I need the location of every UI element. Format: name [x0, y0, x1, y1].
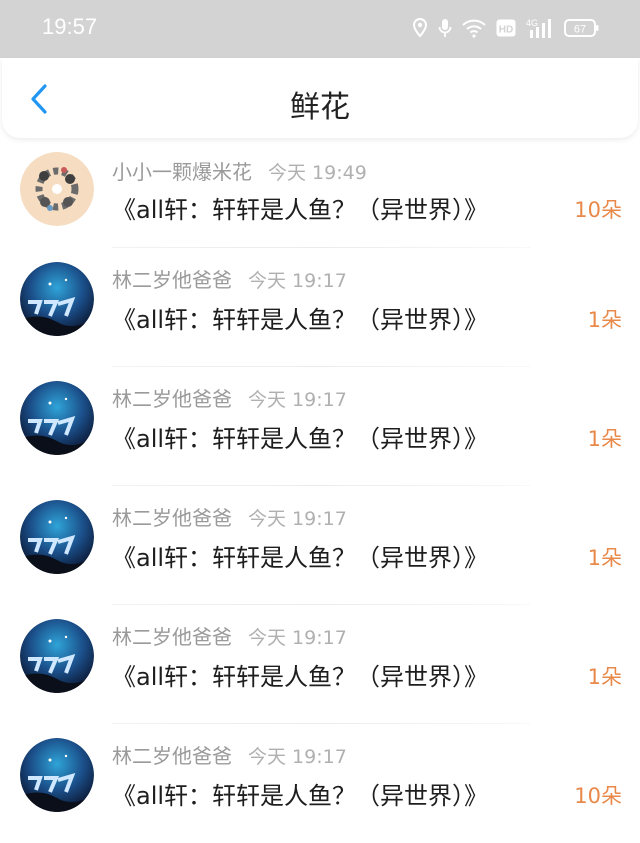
username[interactable]: 林二岁他爸爸	[112, 387, 232, 411]
gift-meta: 林二岁他爸爸 今天 19:17	[112, 264, 347, 293]
battery-level: 67	[574, 24, 586, 36]
gift-message[interactable]: 《all轩：轩轩是人鱼？（异世界）》	[112, 300, 488, 335]
battery-icon: 67	[564, 18, 600, 38]
avatar[interactable]	[20, 152, 94, 226]
list-item[interactable]: 林二岁他爸爸 今天 19:17 《all轩：轩轩是人鱼？（异世界）》 1朵	[0, 605, 640, 724]
gift-meta: 林二岁他爸爸 今天 19:17	[112, 740, 347, 769]
avatar[interactable]	[20, 262, 94, 336]
hd-label: HD	[499, 25, 513, 36]
gift-list: 小小一颗爆米花 今天 19:49 《all轩：轩轩是人鱼？（异世界）》 10朵 林…	[0, 140, 640, 843]
list-item[interactable]: 林二岁他爸爸 今天 19:17 《all轩：轩轩是人鱼？（异世界）》 10朵	[0, 724, 640, 843]
page-title: 鲜花	[290, 90, 350, 125]
gift-amount: 10朵	[574, 198, 622, 222]
gift-amount: 10朵	[574, 784, 622, 808]
gift-meta: 林二岁他爸爸 今天 19:17	[112, 383, 347, 412]
list-item[interactable]: 小小一颗爆米花 今天 19:49 《all轩：轩轩是人鱼？（异世界）》 10朵	[0, 140, 640, 248]
gift-meta: 林二岁他爸爸 今天 19:17	[112, 502, 347, 531]
timestamp: 今天 19:17	[248, 508, 347, 530]
timestamp: 今天 19:17	[248, 746, 347, 768]
signal-icon: 4G	[526, 17, 554, 39]
list-item[interactable]: 林二岁他爸爸 今天 19:17 《all轩：轩轩是人鱼？（异世界）》 1朵	[0, 486, 640, 605]
username[interactable]: 林二岁他爸爸	[112, 268, 232, 292]
timestamp: 今天 19:17	[248, 627, 347, 649]
gift-message[interactable]: 《all轩：轩轩是人鱼？（异世界）》	[112, 190, 488, 225]
timestamp: 今天 19:49	[268, 162, 367, 184]
status-bar: 19:57 HD 4G 67	[0, 0, 640, 58]
hd-icon: HD	[496, 18, 516, 38]
username[interactable]: 林二岁他爸爸	[112, 625, 232, 649]
location-icon	[412, 18, 428, 38]
list-item[interactable]: 林二岁他爸爸 今天 19:17 《all轩：轩轩是人鱼？（异世界）》 1朵	[0, 248, 640, 367]
gift-amount: 1朵	[587, 665, 622, 689]
username[interactable]: 林二岁他爸爸	[112, 744, 232, 768]
gift-meta: 林二岁他爸爸 今天 19:17	[112, 621, 347, 650]
gift-amount: 1朵	[587, 546, 622, 570]
avatar[interactable]	[20, 619, 94, 693]
wifi-icon	[462, 18, 486, 38]
network-label: 4G	[526, 18, 538, 28]
username[interactable]: 小小一颗爆米花	[112, 160, 252, 184]
avatar[interactable]	[20, 500, 94, 574]
gift-amount: 1朵	[587, 427, 622, 451]
microphone-icon	[438, 18, 452, 38]
gift-meta: 小小一颗爆米花 今天 19:49	[112, 156, 367, 185]
list-item[interactable]: 林二岁他爸爸 今天 19:17 《all轩：轩轩是人鱼？（异世界）》 1朵	[0, 367, 640, 486]
header-bar: 鲜花	[2, 58, 638, 138]
gift-amount: 1朵	[587, 308, 622, 332]
gift-message[interactable]: 《all轩：轩轩是人鱼？（异世界）》	[112, 657, 488, 692]
username[interactable]: 林二岁他爸爸	[112, 506, 232, 530]
avatar[interactable]	[20, 738, 94, 812]
gift-message[interactable]: 《all轩：轩轩是人鱼？（异世界）》	[112, 776, 488, 811]
timestamp: 今天 19:17	[248, 270, 347, 292]
status-time: 19:57	[42, 14, 98, 39]
gift-message[interactable]: 《all轩：轩轩是人鱼？（异世界）》	[112, 538, 488, 573]
status-icons: HD 4G 67	[412, 16, 600, 40]
avatar[interactable]	[20, 381, 94, 455]
gift-message[interactable]: 《all轩：轩轩是人鱼？（异世界）》	[112, 419, 488, 454]
timestamp: 今天 19:17	[248, 389, 347, 411]
